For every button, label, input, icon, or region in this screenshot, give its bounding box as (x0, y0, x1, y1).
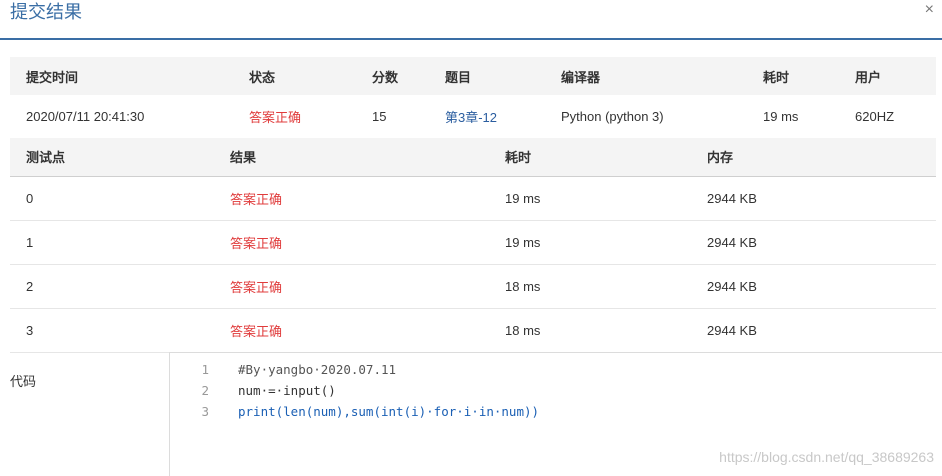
table-row: 1 答案正确 19 ms 2944 KB (10, 220, 936, 264)
header-test-elapsed: 耗时 (505, 150, 532, 166)
test-point-elapsed: 18 ms (505, 322, 541, 338)
header-submit-time: 提交时间 (26, 69, 79, 85)
code-text: print(len(num),sum(int(i)·for·i·in·num)) (238, 404, 540, 419)
line-number: 3 (201, 404, 209, 419)
submit-time: 2020/07/11 20:41:30 (26, 108, 145, 124)
line-number: 1 (201, 362, 209, 377)
code-text: num·=·input() (238, 383, 336, 398)
code-line: 2 num·=·input() (170, 380, 942, 401)
header-problem: 题目 (445, 69, 472, 85)
close-icon[interactable]: × (925, 0, 934, 20)
table-row: 0 答案正确 19 ms 2944 KB (10, 176, 936, 220)
test-points-table: 测试点 结果 耗时 内存 0 答案正确 19 ms 2944 KB 1 答案正确… (10, 138, 936, 353)
compiler: Python (python 3) (561, 108, 664, 124)
test-points-header-row: 测试点 结果 耗时 内存 (10, 138, 936, 176)
test-point-id: 3 (26, 322, 34, 338)
test-point-result: 答案正确 (230, 279, 283, 295)
user-name: 620HZ (855, 108, 895, 124)
problem-link[interactable]: 第3章-12 (445, 110, 497, 125)
test-point-memory: 2944 KB (707, 190, 757, 206)
table-row: 3 答案正确 18 ms 2944 KB (10, 308, 936, 352)
summary-row: 2020/07/11 20:41:30 答案正确 15 第3章-12 Pytho… (10, 95, 936, 138)
summary-header-row: 提交时间 状态 分数 题目 编译器 耗时 用户 (10, 57, 936, 95)
header-result: 结果 (230, 150, 257, 166)
test-point-id: 1 (26, 234, 34, 250)
code-line: 3 print(len(num),sum(int(i)·for·i·in·num… (170, 401, 942, 422)
header-memory: 内存 (707, 150, 734, 166)
line-number: 2 (201, 383, 209, 398)
submission-summary-table: 提交时间 状态 分数 题目 编译器 耗时 用户 2020/07/11 20:41… (10, 57, 936, 139)
header-status: 状态 (249, 69, 276, 85)
score: 15 (372, 108, 387, 124)
test-point-elapsed: 19 ms (505, 190, 541, 206)
test-point-memory: 2944 KB (707, 322, 757, 338)
test-point-memory: 2944 KB (707, 278, 757, 294)
test-point-elapsed: 19 ms (505, 234, 541, 250)
watermark: https://blog.csdn.net/qq_38689263 (719, 449, 934, 465)
test-point-result: 答案正确 (230, 323, 283, 339)
status-badge: 答案正确 (249, 109, 302, 125)
dialog-header: 提交结果 × (0, 0, 942, 40)
table-row: 2 答案正确 18 ms 2944 KB (10, 264, 936, 308)
test-point-result: 答案正确 (230, 235, 283, 251)
code-label: 代码 (10, 374, 37, 389)
code-line: 1 #By·yangbo·2020.07.11 (170, 359, 942, 380)
test-point-id: 0 (26, 190, 34, 206)
header-compiler: 编译器 (561, 69, 601, 85)
header-test-point: 测试点 (26, 150, 66, 166)
header-user: 用户 (855, 69, 882, 85)
dialog-title: 提交结果 (10, 2, 82, 22)
test-point-elapsed: 18 ms (505, 278, 541, 294)
code-text: #By·yangbo·2020.07.11 (238, 362, 397, 377)
test-point-memory: 2944 KB (707, 234, 757, 250)
elapsed-time: 19 ms (763, 108, 799, 124)
test-point-result: 答案正确 (230, 191, 283, 207)
header-score: 分数 (372, 69, 399, 85)
test-point-id: 2 (26, 278, 34, 294)
header-elapsed: 耗时 (763, 69, 790, 85)
